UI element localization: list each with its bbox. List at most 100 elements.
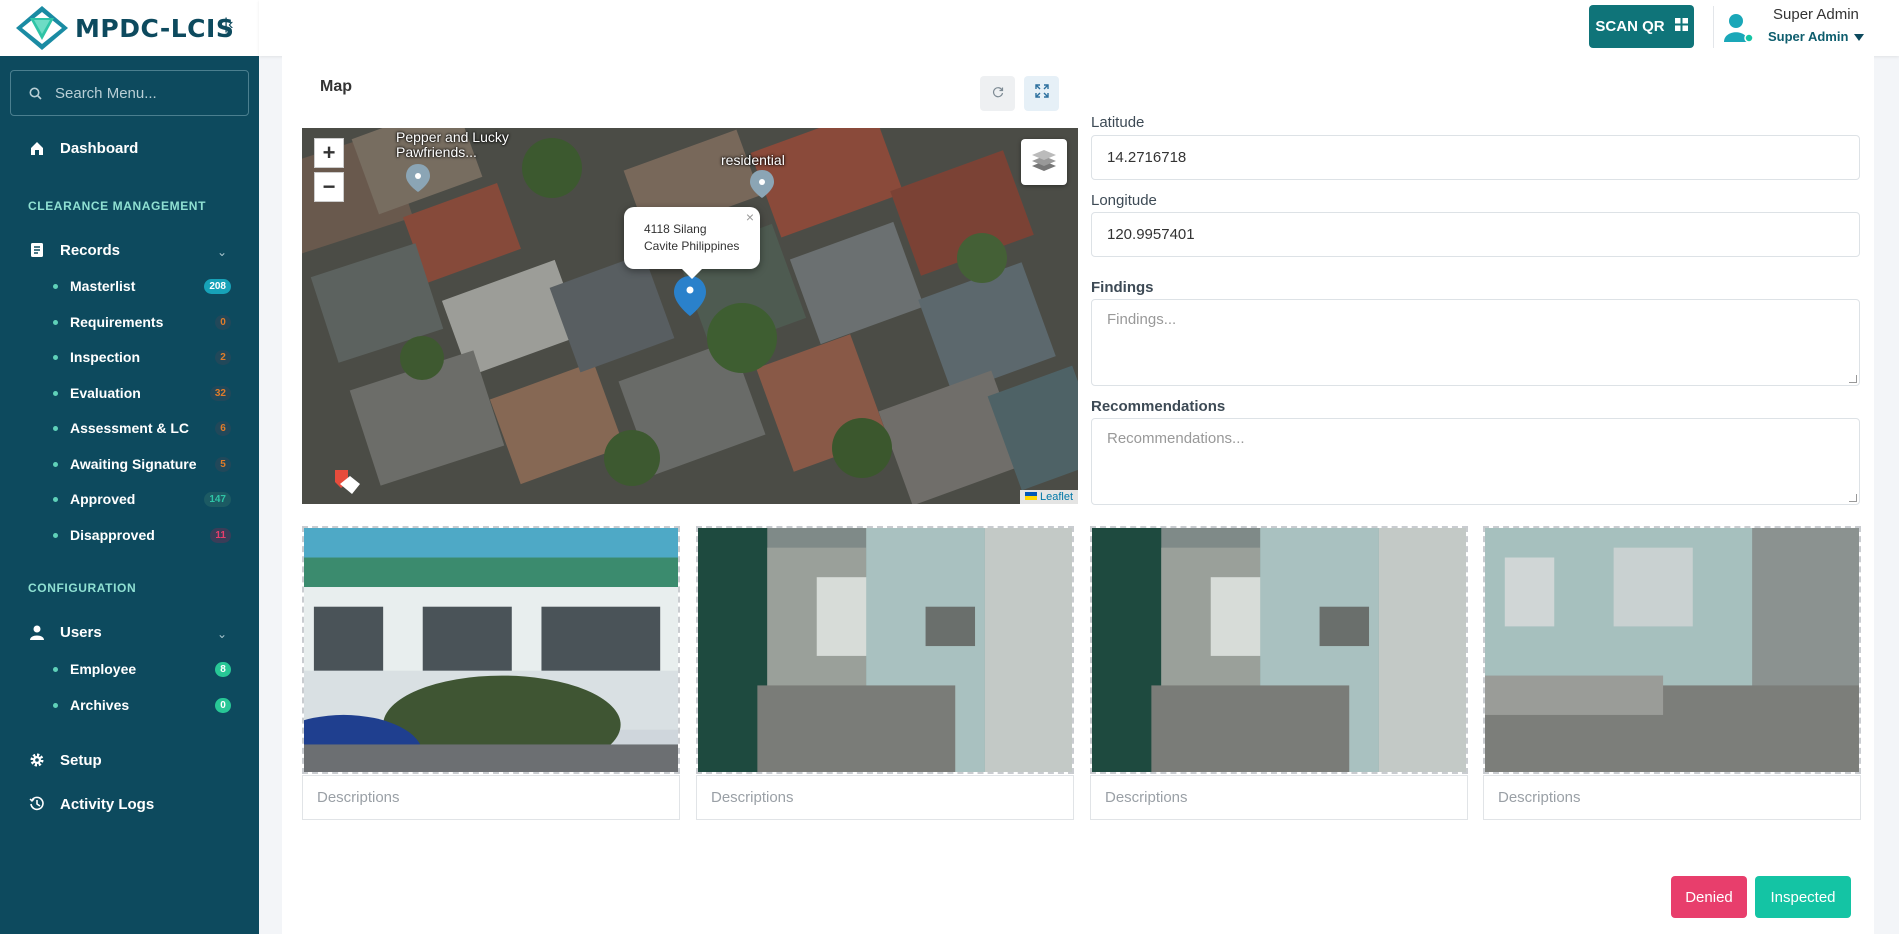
leaflet-attribution[interactable]: Leaflet xyxy=(1019,490,1078,504)
brand-name: MPDC-LCIS xyxy=(75,13,235,43)
sidebar-item-awaiting-signature[interactable]: Awaiting Signature 5 xyxy=(53,456,231,472)
bullet-icon xyxy=(53,390,58,396)
backyard-photo xyxy=(1485,528,1859,772)
avatar[interactable] xyxy=(1722,12,1754,44)
sidebar-item-evaluation[interactable]: Evaluation 32 xyxy=(53,385,231,401)
sidebar-item-masterlist[interactable]: Masterlist 208 xyxy=(53,278,231,294)
sidebar-item-dashboard[interactable]: Dashboard xyxy=(28,139,138,157)
user-name: Super Admin xyxy=(1773,6,1859,23)
sidebar-item-requirements[interactable]: Requirements 0 xyxy=(53,314,231,330)
brand[interactable]: MPDC-LCIS |‹ xyxy=(0,0,259,56)
fullscreen-icon xyxy=(1034,84,1049,103)
satellite-map[interactable]: + − Pepper and Lucky Pawfriends... resid… xyxy=(302,128,1078,504)
resize-grip-icon[interactable] xyxy=(1849,494,1857,502)
sidebar-item-label: Approved xyxy=(70,491,136,507)
chevron-down-icon[interactable]: ⌄ xyxy=(217,245,227,259)
findings-textarea[interactable]: Findings... xyxy=(1091,299,1860,386)
count-badge: 5 xyxy=(215,456,231,472)
side-alley-photo xyxy=(1092,528,1466,772)
count-badge: 0 xyxy=(215,314,231,330)
sidebar-item-label: Requirements xyxy=(70,314,164,330)
bullet-icon xyxy=(53,702,58,708)
sidebar-item-records[interactable]: Records xyxy=(28,241,120,259)
bullet-icon xyxy=(53,666,58,672)
zoom-out-button[interactable]: − xyxy=(314,172,344,202)
count-badge: 147 xyxy=(204,491,231,507)
satellite-imagery xyxy=(302,128,1078,504)
sidebar-item-label: Archives xyxy=(70,697,130,713)
section-title-clearance: CLEARANCE MANAGEMENT xyxy=(28,199,206,213)
sidebar-item-approved[interactable]: Approved 147 xyxy=(53,491,231,507)
map-label-pepper: Pepper and Lucky Pawfriends... xyxy=(396,130,509,160)
sidebar: MPDC-LCIS |‹ Search Menu... Dashboard CL… xyxy=(0,0,259,934)
recommendations-textarea[interactable]: Recommendations... xyxy=(1091,418,1860,505)
sidebar-item-setup[interactable]: Setup xyxy=(28,751,102,769)
refresh-icon xyxy=(992,85,1004,103)
sidebar-item-activity-logs[interactable]: Activity Logs xyxy=(28,795,154,813)
attribution-link[interactable]: Leaflet xyxy=(1040,491,1073,503)
description-placeholder: Descriptions xyxy=(317,789,400,806)
side-alley-photo xyxy=(698,528,1072,772)
count-badge: 32 xyxy=(209,385,231,401)
popup-line: Cavite Philippines xyxy=(644,239,740,253)
qr-grid-icon xyxy=(1674,18,1688,35)
refresh-map-button[interactable] xyxy=(980,76,1015,111)
inspection-photo[interactable] xyxy=(1090,526,1468,774)
sidebar-item-users[interactable]: Users xyxy=(28,623,102,641)
search-placeholder: Search Menu... xyxy=(55,84,157,102)
sidebar-item-inspection[interactable]: Inspection 2 xyxy=(53,349,231,365)
count-badge: 6 xyxy=(215,420,231,436)
sidebar-item-assessment[interactable]: Assessment & LC 6 xyxy=(53,420,231,436)
user-role-dropdown[interactable]: Super Admin xyxy=(1768,29,1865,44)
latitude-value: 14.2716718 xyxy=(1107,149,1187,166)
sidebar-item-disapproved[interactable]: Disapproved 11 xyxy=(53,527,231,543)
photo-description-input[interactable]: Descriptions xyxy=(302,775,680,820)
zoom-in-button[interactable]: + xyxy=(314,138,344,168)
sidebar-item-label: Setup xyxy=(60,751,102,769)
chevron-down-icon[interactable]: ⌄ xyxy=(217,627,227,641)
sidebar-item-label: Dashboard xyxy=(60,139,139,157)
search-menu-input[interactable]: Search Menu... xyxy=(10,70,249,116)
latitude-label: Latitude xyxy=(1091,114,1145,131)
inspected-label: Inspected xyxy=(1770,888,1836,906)
gear-icon xyxy=(28,751,46,769)
section-title-configuration: CONFIGURATION xyxy=(28,581,137,595)
user-icon xyxy=(28,623,46,641)
layers-control-button[interactable] xyxy=(1021,139,1067,185)
popup-line: 4118 Silang xyxy=(644,222,707,236)
inspected-button[interactable]: Inspected xyxy=(1755,876,1851,918)
document-icon xyxy=(28,241,46,259)
header-divider xyxy=(1713,6,1714,48)
caret-down-icon xyxy=(1854,29,1865,44)
sidebar-item-label: Masterlist xyxy=(70,278,136,294)
close-icon[interactable]: × xyxy=(746,209,754,226)
longitude-label: Longitude xyxy=(1091,192,1157,209)
inspection-photo[interactable] xyxy=(302,526,680,774)
resize-grip-icon[interactable] xyxy=(1849,375,1857,383)
description-placeholder: Descriptions xyxy=(1498,789,1581,806)
longitude-value: 120.9957401 xyxy=(1107,226,1195,243)
sidebar-item-employee[interactable]: Employee 8 xyxy=(53,661,231,677)
inspection-photo[interactable] xyxy=(696,526,1074,774)
photo-description-input[interactable]: Descriptions xyxy=(696,775,1074,820)
scan-qr-button[interactable]: SCAN QR xyxy=(1589,5,1694,48)
house-front-photo xyxy=(304,528,678,772)
bullet-icon xyxy=(53,354,58,360)
count-badge: 208 xyxy=(204,278,231,294)
scan-qr-label: SCAN QR xyxy=(1595,18,1665,35)
collapse-left-icon[interactable]: |‹ xyxy=(224,16,233,34)
sidebar-item-label: Users xyxy=(60,623,102,641)
sidebar-item-label: Records xyxy=(60,241,121,259)
fullscreen-map-button[interactable] xyxy=(1024,76,1059,111)
denied-button[interactable]: Denied xyxy=(1671,876,1747,918)
inspection-photo[interactable] xyxy=(1483,526,1861,774)
count-badge: 8 xyxy=(215,661,231,677)
photo-description-input[interactable]: Descriptions xyxy=(1483,775,1861,820)
latitude-field[interactable]: 14.2716718 xyxy=(1091,135,1860,180)
sidebar-item-archives[interactable]: Archives 0 xyxy=(53,697,231,713)
layers-icon xyxy=(1030,147,1058,178)
location-popup: × 4118 Silang Cavite Philippines xyxy=(624,207,760,279)
photo-description-input[interactable]: Descriptions xyxy=(1090,775,1468,820)
sidebar-item-label: Awaiting Signature xyxy=(70,456,197,472)
longitude-field[interactable]: 120.9957401 xyxy=(1091,212,1860,257)
